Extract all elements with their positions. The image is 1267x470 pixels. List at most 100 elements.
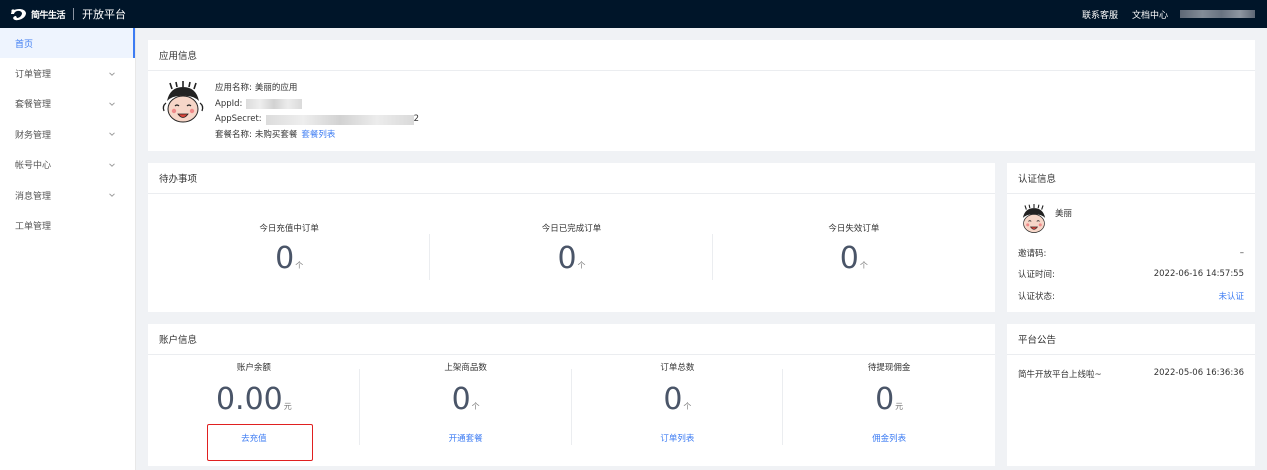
chevron-down-icon	[109, 132, 115, 137]
card-title: 平台公告	[1007, 324, 1255, 355]
pending-commission: 待提现佣金 0元 佣金列表	[783, 355, 995, 460]
package-list-link[interactable]: 套餐列表	[301, 128, 335, 144]
appid-label: AppId:	[215, 98, 243, 109]
platform-name: 开放平台	[82, 8, 127, 21]
stat-unit: 个	[683, 402, 692, 411]
todo-expired-orders[interactable]: 今日失效订单 0个	[713, 194, 995, 309]
logo-divider	[73, 8, 75, 20]
total-orders: 订单总数 0个 订单列表	[572, 355, 784, 460]
stat-value: 0个	[839, 241, 868, 276]
stat-label: 今日失效订单	[828, 224, 880, 234]
todo-card: 待办事项 今日充值中订单 0个 今日已完成订单 0个 今日失效订单 0个	[148, 163, 995, 312]
cert-row-value: 2022-06-16 14:57:55	[1153, 269, 1244, 280]
sidebar-item-finance[interactable]: 财务管理	[0, 119, 135, 149]
top-right-nav: 联系客服 文档中心	[1068, 0, 1255, 28]
appsecret-suffix: 2	[413, 114, 420, 124]
sidebar: 首页 订单管理 套餐管理 财务管理 帐号中心 消息管理 工单管理	[0, 28, 136, 470]
account-balance: 账户余额 0.00元 去充值	[148, 355, 360, 460]
stat-unit: 元	[895, 402, 904, 411]
app-name-label: 应用名称:	[215, 83, 252, 93]
sidebar-item-label: 订单管理	[15, 70, 52, 81]
appsecret-value-blurred	[265, 114, 414, 125]
order-list-link[interactable]: 订单列表	[660, 432, 694, 444]
recharge-link[interactable]: 去充值	[241, 432, 267, 444]
certification-card: 认证信息 美丽 邀请码: – 认证时间: 2022-06-16 14:57:55…	[1007, 163, 1255, 312]
cert-username: 美丽	[1055, 209, 1073, 219]
todo-completed-orders[interactable]: 今日已完成订单 0个	[430, 194, 713, 309]
avatar	[1022, 204, 1046, 233]
appsecret-row: AppSecret: 2	[215, 112, 419, 128]
avatar	[162, 81, 204, 123]
stat-value: 0个	[663, 382, 692, 417]
stat-label: 今日充值中订单	[259, 224, 319, 234]
stat-label: 待提现佣金	[867, 363, 911, 373]
stat-unit: 个	[471, 402, 480, 411]
stat-value: 0.00元	[215, 382, 292, 417]
cert-invite-code-row: 邀请码: –	[1018, 242, 1244, 264]
cert-row-label: 认证时间:	[1018, 270, 1055, 281]
sidebar-item-label: 首页	[15, 39, 34, 50]
chevron-down-icon	[109, 163, 115, 167]
cert-row-label: 认证状态:	[1018, 291, 1055, 302]
sidebar-item-home[interactable]: 首页	[0, 28, 135, 59]
stat-value: 0个	[557, 241, 586, 276]
account-info-card: 账户信息 账户余额 0.00元 去充值 上架商品数 0个 开通套餐 订单总数 0…	[148, 324, 995, 466]
stat-label: 今日已完成订单	[541, 224, 602, 234]
listed-products: 上架商品数 0个 开通套餐	[360, 355, 572, 460]
stat-unit: 个	[295, 261, 304, 270]
cert-row-label: 邀请码:	[1018, 248, 1047, 259]
sidebar-item-label: 消息管理	[15, 191, 52, 202]
package-label: 套餐名称:	[215, 129, 252, 140]
app-name-row: 应用名称: 美丽的应用	[215, 81, 419, 97]
app-info-card: 应用信息 应用名称: 美丽的应用 AppId: AppSecret: 2 套餐名…	[148, 40, 1255, 151]
user-account-blurred[interactable]	[1180, 10, 1255, 18]
contact-support-link[interactable]: 联系客服	[1082, 8, 1118, 21]
stat-value: 0个	[275, 241, 304, 276]
sidebar-item-messages[interactable]: 消息管理	[0, 180, 135, 210]
sidebar-item-label: 套餐管理	[15, 100, 52, 111]
card-title: 应用信息	[148, 40, 1255, 71]
card-title: 待办事项	[148, 163, 995, 194]
sidebar-item-label: 财务管理	[15, 130, 52, 141]
package-value: 未购买套餐	[254, 129, 298, 140]
todo-recharging-orders[interactable]: 今日充值中订单 0个	[148, 194, 431, 309]
stat-value: 0元	[875, 382, 904, 417]
commission-list-link[interactable]: 佣金列表	[872, 432, 906, 444]
sidebar-item-tickets[interactable]: 工单管理	[0, 210, 135, 240]
notice-time: 2022-05-06 16:36:36	[1153, 368, 1244, 378]
stat-unit: 个	[859, 261, 868, 270]
stat-label: 上架商品数	[444, 363, 487, 373]
sidebar-item-account-center[interactable]: 帐号中心	[0, 150, 135, 180]
appid-value-blurred	[246, 99, 303, 110]
sidebar-item-label: 帐号中心	[15, 161, 52, 172]
app-name-value: 美丽的应用	[254, 83, 298, 93]
cert-row-value: –	[1239, 247, 1244, 258]
chevron-down-icon	[109, 102, 115, 106]
sidebar-item-packages[interactable]: 套餐管理	[0, 89, 135, 119]
cert-status-row: 认证状态: 未认证	[1018, 285, 1244, 307]
chevron-down-icon	[109, 193, 115, 198]
brand-logo-icon	[11, 8, 26, 21]
stat-unit: 个	[577, 261, 586, 270]
docs-center-link[interactable]: 文档中心	[1132, 8, 1168, 21]
platform-notice-card: 平台公告 简牛开放平台上线啦~ 2022-05-06 16:36:36	[1007, 324, 1255, 466]
notice-text: 简牛开放平台上线啦~	[1018, 370, 1102, 380]
stat-value: 0个	[451, 382, 480, 417]
appid-row: AppId:	[215, 97, 419, 113]
stat-label: 订单总数	[660, 363, 695, 373]
brand-logo-text: 简牛生活	[31, 10, 66, 21]
top-bar: 简牛生活 开放平台 联系客服 文档中心	[0, 0, 1267, 28]
appsecret-label: AppSecret:	[215, 114, 262, 124]
card-title: 账户信息	[148, 324, 995, 355]
cert-status-link[interactable]: 未认证	[1218, 290, 1244, 302]
stat-label: 账户余额	[236, 363, 271, 373]
chevron-down-icon	[109, 72, 115, 76]
cert-time-row: 认证时间: 2022-06-16 14:57:55	[1018, 264, 1244, 286]
sidebar-item-orders[interactable]: 订单管理	[0, 58, 135, 88]
open-package-link[interactable]: 开通套餐	[449, 432, 483, 444]
package-row: 套餐名称: 未购买套餐 套餐列表	[215, 128, 419, 144]
brand-logo[interactable]: 简牛生活 开放平台	[7, 5, 126, 23]
notice-item[interactable]: 简牛开放平台上线啦~ 2022-05-06 16:36:36	[1007, 355, 1255, 380]
card-title: 认证信息	[1007, 163, 1255, 194]
sidebar-item-label: 工单管理	[15, 222, 52, 233]
